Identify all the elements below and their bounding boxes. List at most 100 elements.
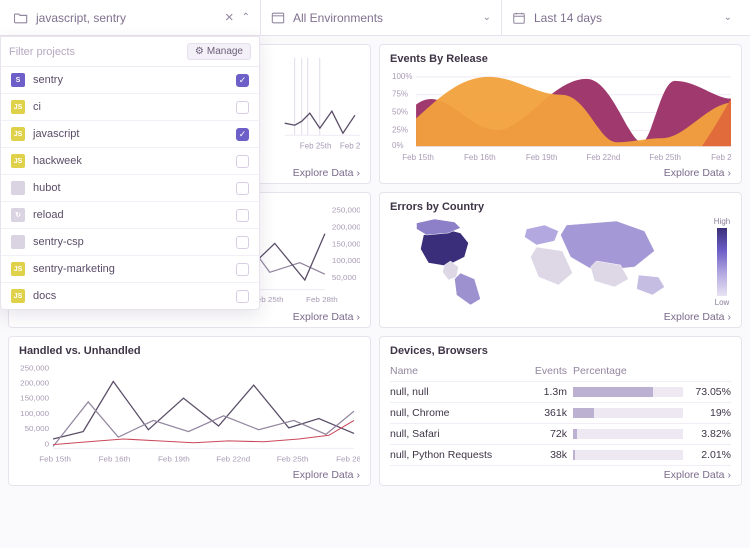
- environment-selector[interactable]: All Environments ⌄: [260, 0, 501, 35]
- checkbox[interactable]: [236, 74, 249, 87]
- table-row[interactable]: null, null1.3m73.05%: [390, 382, 731, 403]
- svg-text:100%: 100%: [392, 72, 412, 81]
- project-badge-icon: JS: [11, 289, 25, 303]
- table-row[interactable]: null, Chrome361k19%: [390, 403, 731, 424]
- project-selector[interactable]: javascript, sentry × ⌃: [8, 0, 260, 35]
- table-row[interactable]: null, Safari72k3.82%: [390, 424, 731, 445]
- checkbox[interactable]: [236, 155, 249, 168]
- project-badge-icon: JS: [11, 127, 25, 141]
- project-item[interactable]: JS hackweek: [1, 148, 259, 175]
- calendar-icon: [512, 11, 526, 25]
- svg-text:200,000: 200,000: [332, 223, 360, 232]
- map-legend: High Low: [713, 217, 731, 307]
- project-item[interactable]: JS javascript: [1, 121, 259, 148]
- project-item[interactable]: JSdocs: [1, 283, 259, 309]
- svg-text:25%: 25%: [392, 125, 408, 134]
- svg-text:50%: 50%: [392, 108, 408, 117]
- checkbox[interactable]: [236, 209, 249, 222]
- chevron-right-icon: ›: [357, 469, 361, 481]
- checkbox[interactable]: [236, 236, 249, 249]
- svg-text:250,000: 250,000: [332, 206, 360, 215]
- checkbox[interactable]: [236, 263, 249, 276]
- project-item[interactable]: sentry-csp: [1, 229, 259, 256]
- project-name: javascript: [33, 128, 228, 140]
- chevron-up-icon: ⌃: [242, 12, 250, 23]
- checkbox[interactable]: [236, 101, 249, 114]
- svg-text:Feb 28th: Feb 28th: [711, 153, 731, 162]
- project-name: sentry: [33, 74, 228, 86]
- filter-projects-input[interactable]: Filter projects: [9, 46, 187, 58]
- svg-text:0%: 0%: [392, 141, 404, 150]
- project-name: sentry-marketing: [33, 263, 228, 275]
- chevron-right-icon: ›: [728, 311, 732, 323]
- svg-text:150,000: 150,000: [332, 239, 360, 248]
- explore-link[interactable]: Explore Data›: [664, 311, 731, 323]
- chevron-down-icon: ⌄: [483, 12, 491, 23]
- svg-text:Feb 25th: Feb 25th: [277, 455, 309, 464]
- checkbox[interactable]: [236, 182, 249, 195]
- svg-text:Feb 28th: Feb 28th: [340, 141, 360, 150]
- explore-link[interactable]: Explore Data›: [293, 469, 360, 481]
- card-events-by-release: Events By Release 100%75%50%25%0% Feb 15…: [379, 44, 742, 184]
- dropdown-header: Filter projects ⚙Manage: [1, 37, 259, 67]
- chevron-right-icon: ›: [357, 167, 361, 179]
- chevron-down-icon: ⌄: [724, 12, 732, 23]
- card-title: Errors by Country: [390, 201, 731, 213]
- project-badge-icon: [11, 181, 25, 195]
- svg-text:Feb 25th: Feb 25th: [300, 141, 332, 150]
- svg-text:Feb 15th: Feb 15th: [402, 153, 434, 162]
- svg-text:Feb 19th: Feb 19th: [526, 153, 558, 162]
- project-name: sentry-csp: [33, 236, 228, 248]
- svg-text:250,000: 250,000: [20, 364, 49, 373]
- project-name: hubot: [33, 182, 228, 194]
- project-name: ci: [33, 101, 228, 113]
- legend-gradient: [717, 228, 727, 296]
- project-name: hackweek: [33, 155, 228, 167]
- checkbox[interactable]: [236, 290, 249, 303]
- devices-table: Name Events Percentage null, null1.3m73.…: [390, 361, 731, 465]
- svg-text:Feb 28th: Feb 28th: [306, 295, 338, 304]
- svg-text:75%: 75%: [392, 90, 408, 99]
- explore-link[interactable]: Explore Data›: [664, 167, 731, 179]
- project-item[interactable]: JS ci: [1, 94, 259, 121]
- checkbox[interactable]: [236, 128, 249, 141]
- project-item[interactable]: hubot: [1, 175, 259, 202]
- time-label: Last 14 days: [534, 11, 716, 25]
- card-errors-by-country: Errors by Country High Low: [379, 192, 742, 328]
- project-label: javascript, sentry: [36, 11, 217, 25]
- svg-text:Feb 22nd: Feb 22nd: [587, 153, 621, 162]
- chevron-right-icon: ›: [357, 311, 361, 323]
- svg-text:100,000: 100,000: [20, 409, 49, 418]
- explore-link[interactable]: Explore Data›: [293, 167, 360, 179]
- project-badge-icon: S: [11, 73, 25, 87]
- project-badge-icon: [11, 235, 25, 249]
- project-badge-icon: ↻: [11, 208, 25, 222]
- project-badge-icon: JS: [11, 100, 25, 114]
- project-item[interactable]: Ssentry: [1, 67, 259, 94]
- project-list: Ssentry JS ci JS javascript JS hackweek hubot ↻…: [1, 67, 259, 309]
- project-dropdown: Filter projects ⚙Manage Ssentry JS ci JS jav…: [0, 36, 260, 310]
- table-row[interactable]: null, Python Requests38k2.01%: [390, 445, 731, 466]
- card-title: Devices, Browsers: [390, 345, 731, 357]
- gear-icon: ⚙: [195, 46, 204, 57]
- card-handled-unhandled: Handled vs. Unhandled 250,000200,000150,…: [8, 336, 371, 486]
- svg-text:Feb 19th: Feb 19th: [158, 455, 190, 464]
- project-badge-icon: JS: [11, 154, 25, 168]
- project-item[interactable]: ↻reload: [1, 202, 259, 229]
- project-item[interactable]: JSsentry-marketing: [1, 256, 259, 283]
- svg-text:50,000: 50,000: [25, 424, 50, 433]
- svg-text:Feb 25th: Feb 25th: [649, 153, 681, 162]
- area-chart: 100% 75% 50% 25% 0% Feb 15th Feb 16th Feb 19th…: [390, 69, 731, 163]
- chevron-right-icon: ›: [728, 469, 732, 481]
- card-devices-browsers: Devices, Browsers Name Events Percentage…: [379, 336, 742, 486]
- clear-icon[interactable]: ×: [225, 10, 234, 25]
- line-chart: 250,000200,000150,000100,00050,0000 Feb …: [19, 361, 360, 465]
- svg-text:Feb 16th: Feb 16th: [464, 153, 496, 162]
- svg-text:Feb 28th: Feb 28th: [336, 455, 360, 464]
- card-title: Handled vs. Unhandled: [19, 345, 360, 357]
- manage-button[interactable]: ⚙Manage: [187, 43, 251, 60]
- chevron-right-icon: ›: [728, 167, 732, 179]
- time-selector[interactable]: Last 14 days ⌄: [501, 0, 742, 35]
- explore-link[interactable]: Explore Data›: [664, 469, 731, 481]
- explore-link[interactable]: Explore Data›: [293, 311, 360, 323]
